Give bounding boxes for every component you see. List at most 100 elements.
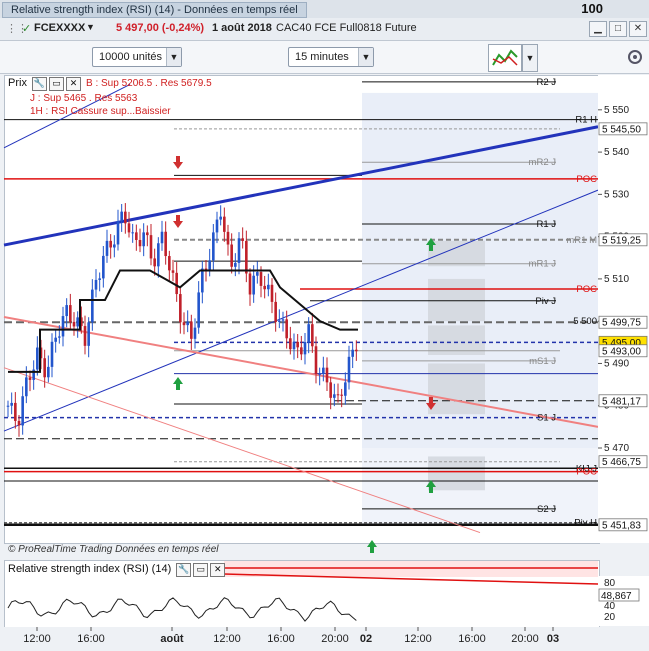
candle-body [278,320,281,322]
candle-body [281,319,285,321]
expand-icon[interactable]: ▭ [49,77,65,91]
candle-body [116,221,120,245]
close-icon[interactable]: ✕ [210,563,226,577]
candle-body [65,305,68,317]
candle-body [105,240,109,256]
candle-body [318,373,321,375]
time-tick-label: 12:00 [404,633,432,645]
rsi-value-label: 48,867 [601,591,632,602]
signal-arrow-stem [429,245,433,251]
candle-body [61,316,65,337]
time-tick-label: 12:00 [213,633,241,645]
candle-body [296,341,299,348]
price-tick-label: 5 490 [604,358,629,369]
price-panel-header: Prix 🔧 ▭ ✕ [8,77,82,91]
candle-body [142,232,145,247]
candle-body [292,341,296,350]
signal-arrow-stem [176,215,180,221]
candle-body [336,394,340,396]
level-label: R2 J [536,77,556,88]
time-tick-label: 16:00 [267,633,295,645]
candle-body [252,275,255,295]
level-label: mR1 J [529,259,557,270]
price-tick-label: 5 470 [604,443,629,454]
candle-body [351,349,354,357]
rsi-tick-label: 80 [604,578,616,589]
candle-body [263,285,266,290]
level-label: mR1 M [566,235,597,246]
candle-body [160,231,164,244]
rsi-panel-name: Relative strength index (RSI) (14) [8,563,172,575]
candle-body [157,243,160,267]
candle-body [43,358,46,378]
candle-body [333,394,336,398]
price-value-label: 5 545,50 [602,124,641,135]
wrench-icon[interactable]: 🔧 [32,77,48,91]
time-tick-label: 20:00 [511,633,539,645]
level-label: POC [576,284,597,295]
candle-body [259,272,263,286]
time-tick-label: 16:00 [77,633,105,645]
candle-body [138,239,142,247]
candle-body [171,270,175,273]
price-value-label: 5 451,83 [602,520,641,531]
candle-body [153,258,156,267]
price-value-label: 5 493,00 [602,346,641,357]
candle-body [303,342,307,355]
candle-body [28,377,32,380]
candle-body [146,232,149,236]
candle-body [6,405,10,407]
candle-body [289,338,292,350]
close-icon[interactable]: ✕ [66,77,82,91]
data-footer: © ProRealTime Trading Données en temps r… [8,544,219,555]
candle-body [201,268,204,293]
time-tick-label: août [160,633,184,645]
rsi-tick-label: 20 [604,612,616,623]
price-value-label: 5 519,25 [602,235,641,246]
annotation-2: J : Sup 5465 . Res 5563 [30,93,138,104]
candle-body [186,321,189,326]
candle-body [124,211,127,224]
level-label: mR2 J [529,157,557,168]
candle-body [94,279,98,290]
candle-body [193,327,197,339]
time-tick-label: 02 [360,633,372,645]
volume-box [428,278,485,322]
candle-body [270,284,274,302]
annotation-1: B : Sup 5206.5 . Res 5679.5 [86,78,212,89]
candle-body [197,292,200,328]
candle-body [325,367,329,383]
candle-body [175,272,178,295]
price-axis [598,75,649,543]
candle-body [182,322,186,326]
price-value-label: 5 481,17 [602,396,641,407]
time-tick-label: 16:00 [458,633,486,645]
level-label: R1 J [536,219,556,230]
candle-body [69,305,72,322]
candle-body [127,223,131,233]
candle-body [83,326,87,346]
candle-body [355,349,358,352]
level-label: S2 J [537,504,556,515]
expand-icon[interactable]: ▭ [193,563,209,577]
volume-box [428,240,485,267]
candle-body [14,402,17,421]
candle-body [76,317,79,327]
level-label: POC [576,467,597,478]
candle-body [215,219,219,233]
candle-body [98,278,101,280]
wrench-icon[interactable]: 🔧 [176,563,192,577]
candle-body [190,321,193,339]
candle-body [36,347,39,370]
annotation-3: 1H : RSI Cassure sup...Baissier [30,106,171,117]
sell-signal-arrow [173,221,183,228]
level-label: 5 500 [573,316,597,327]
candle-body [274,301,277,322]
candle-body [47,366,50,378]
level-label: POC [576,174,597,185]
rsi-tick-label: 40 [604,601,616,612]
candle-body [120,211,123,222]
candle-body [234,262,237,267]
candle-body [168,256,171,271]
time-tick-label: 03 [547,633,559,645]
